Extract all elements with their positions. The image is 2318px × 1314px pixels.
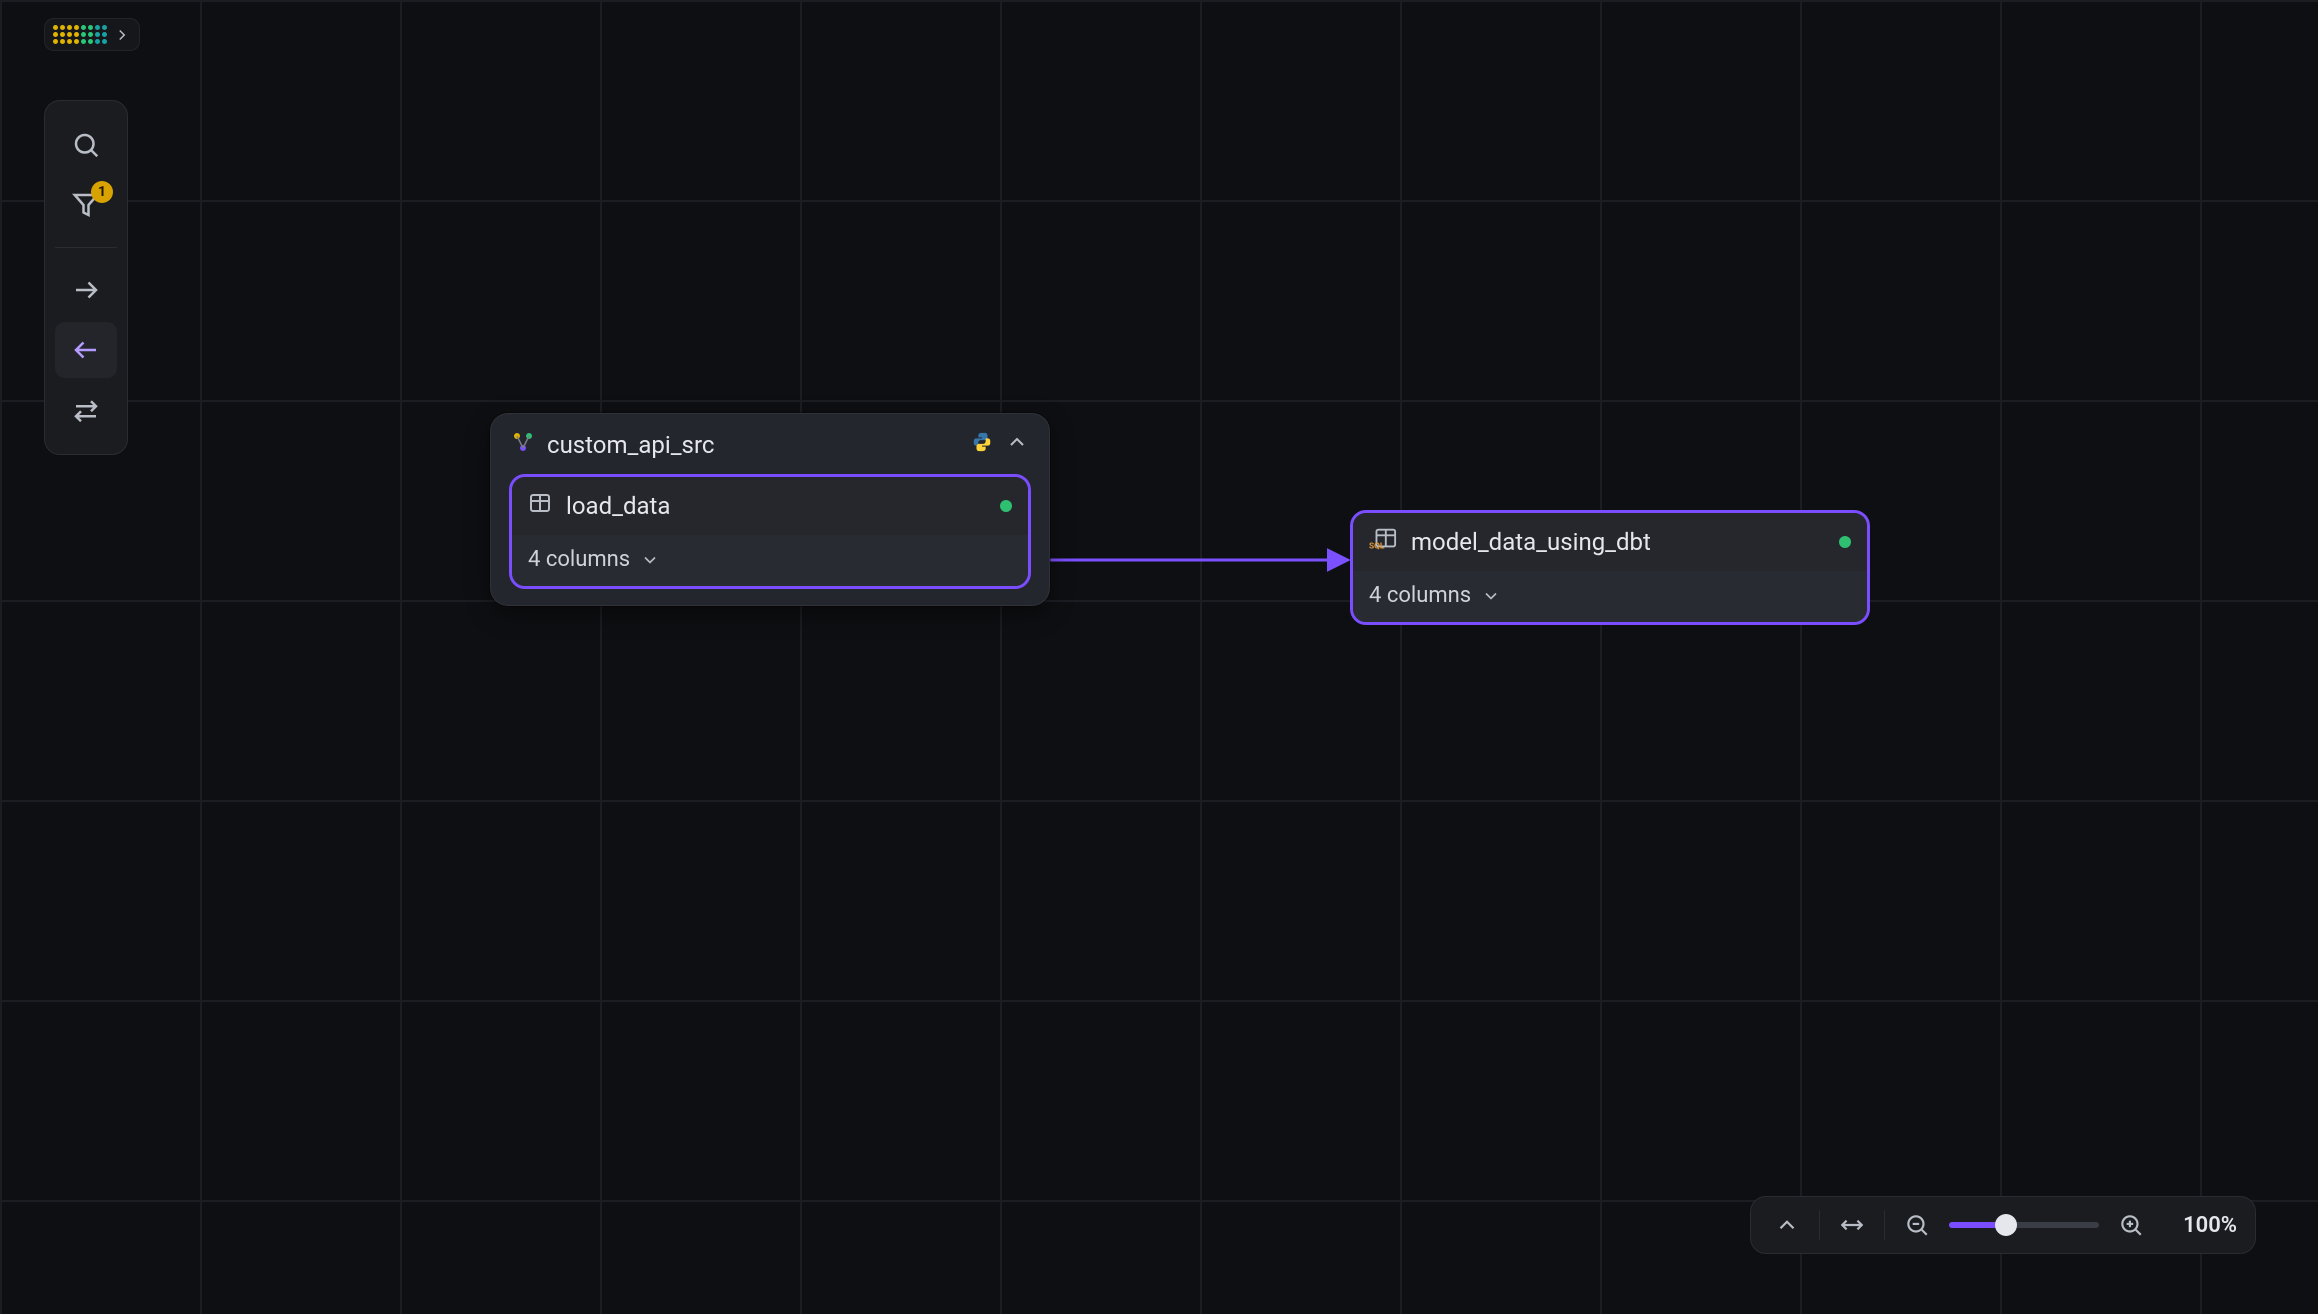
code-location-chip[interactable] <box>44 18 140 51</box>
asset-header: load_data <box>512 477 1028 535</box>
arrows-left-right-icon <box>71 395 101 425</box>
zoom-slider[interactable] <box>1949 1222 2099 1228</box>
chevron-down-icon <box>1481 586 1501 606</box>
canvas-grid[interactable]: 1 <box>0 0 2318 1314</box>
filter-button[interactable]: 1 <box>55 177 117 233</box>
columns-label: 4 columns <box>1369 583 1471 608</box>
chevron-down-icon <box>640 550 660 570</box>
asset-columns-row[interactable]: 4 columns <box>1353 571 1867 622</box>
group-node-custom-api-src[interactable]: custom_api_src load_data 4 columns <box>490 413 1050 606</box>
toolbar-divider <box>55 247 117 248</box>
asset-node-model-data-using-dbt[interactable]: SQL model_data_using_dbt 4 columns <box>1350 510 1870 625</box>
filter-count-badge: 1 <box>91 181 113 203</box>
asset-title: load_data <box>566 492 986 520</box>
columns-label: 4 columns <box>528 547 630 572</box>
zoom-in-icon <box>2118 1212 2144 1238</box>
chevron-right-icon <box>113 26 131 44</box>
asset-columns-row[interactable]: 4 columns <box>512 535 1028 586</box>
arrow-right-icon <box>71 275 101 305</box>
svg-text:SQL: SQL <box>1369 541 1385 551</box>
panel-divider <box>1819 1210 1820 1240</box>
fit-vertical-button[interactable] <box>1763 1203 1811 1247</box>
left-toolbar: 1 <box>44 100 128 455</box>
panel-divider <box>1884 1210 1885 1240</box>
table-icon <box>528 491 552 521</box>
downstream-button[interactable] <box>55 262 117 318</box>
group-title: custom_api_src <box>547 431 959 459</box>
zoom-panel: 100% <box>1750 1196 2256 1254</box>
chevron-up-icon <box>1774 1212 1800 1238</box>
asset-title: model_data_using_dbt <box>1411 528 1825 556</box>
code-location-icon <box>53 25 107 44</box>
zoom-readout: 100% <box>2163 1213 2243 1238</box>
collapse-icon[interactable] <box>1005 430 1029 460</box>
fit-horizontal-button[interactable] <box>1828 1203 1876 1247</box>
search-icon <box>71 130 101 160</box>
group-header: custom_api_src <box>491 414 1049 474</box>
arrow-left-icon <box>71 335 101 365</box>
asset-node-load-data[interactable]: load_data 4 columns <box>509 474 1031 589</box>
upstream-button[interactable] <box>55 322 117 378</box>
zoom-slider-thumb[interactable] <box>1995 1214 2017 1236</box>
status-dot <box>1000 500 1012 512</box>
sql-table-icon: SQL <box>1369 527 1397 557</box>
zoom-out-button[interactable] <box>1893 1203 1941 1247</box>
op-graph-icon <box>511 430 535 460</box>
arrows-horizontal-icon <box>1838 1212 1866 1238</box>
search-button[interactable] <box>55 117 117 173</box>
bidirectional-button[interactable] <box>55 382 117 438</box>
zoom-in-button[interactable] <box>2107 1203 2155 1247</box>
asset-header: SQL model_data_using_dbt <box>1353 513 1867 571</box>
python-icon <box>971 431 993 459</box>
edge-layer <box>0 0 2318 1314</box>
zoom-out-icon <box>1904 1212 1930 1238</box>
status-dot <box>1839 536 1851 548</box>
